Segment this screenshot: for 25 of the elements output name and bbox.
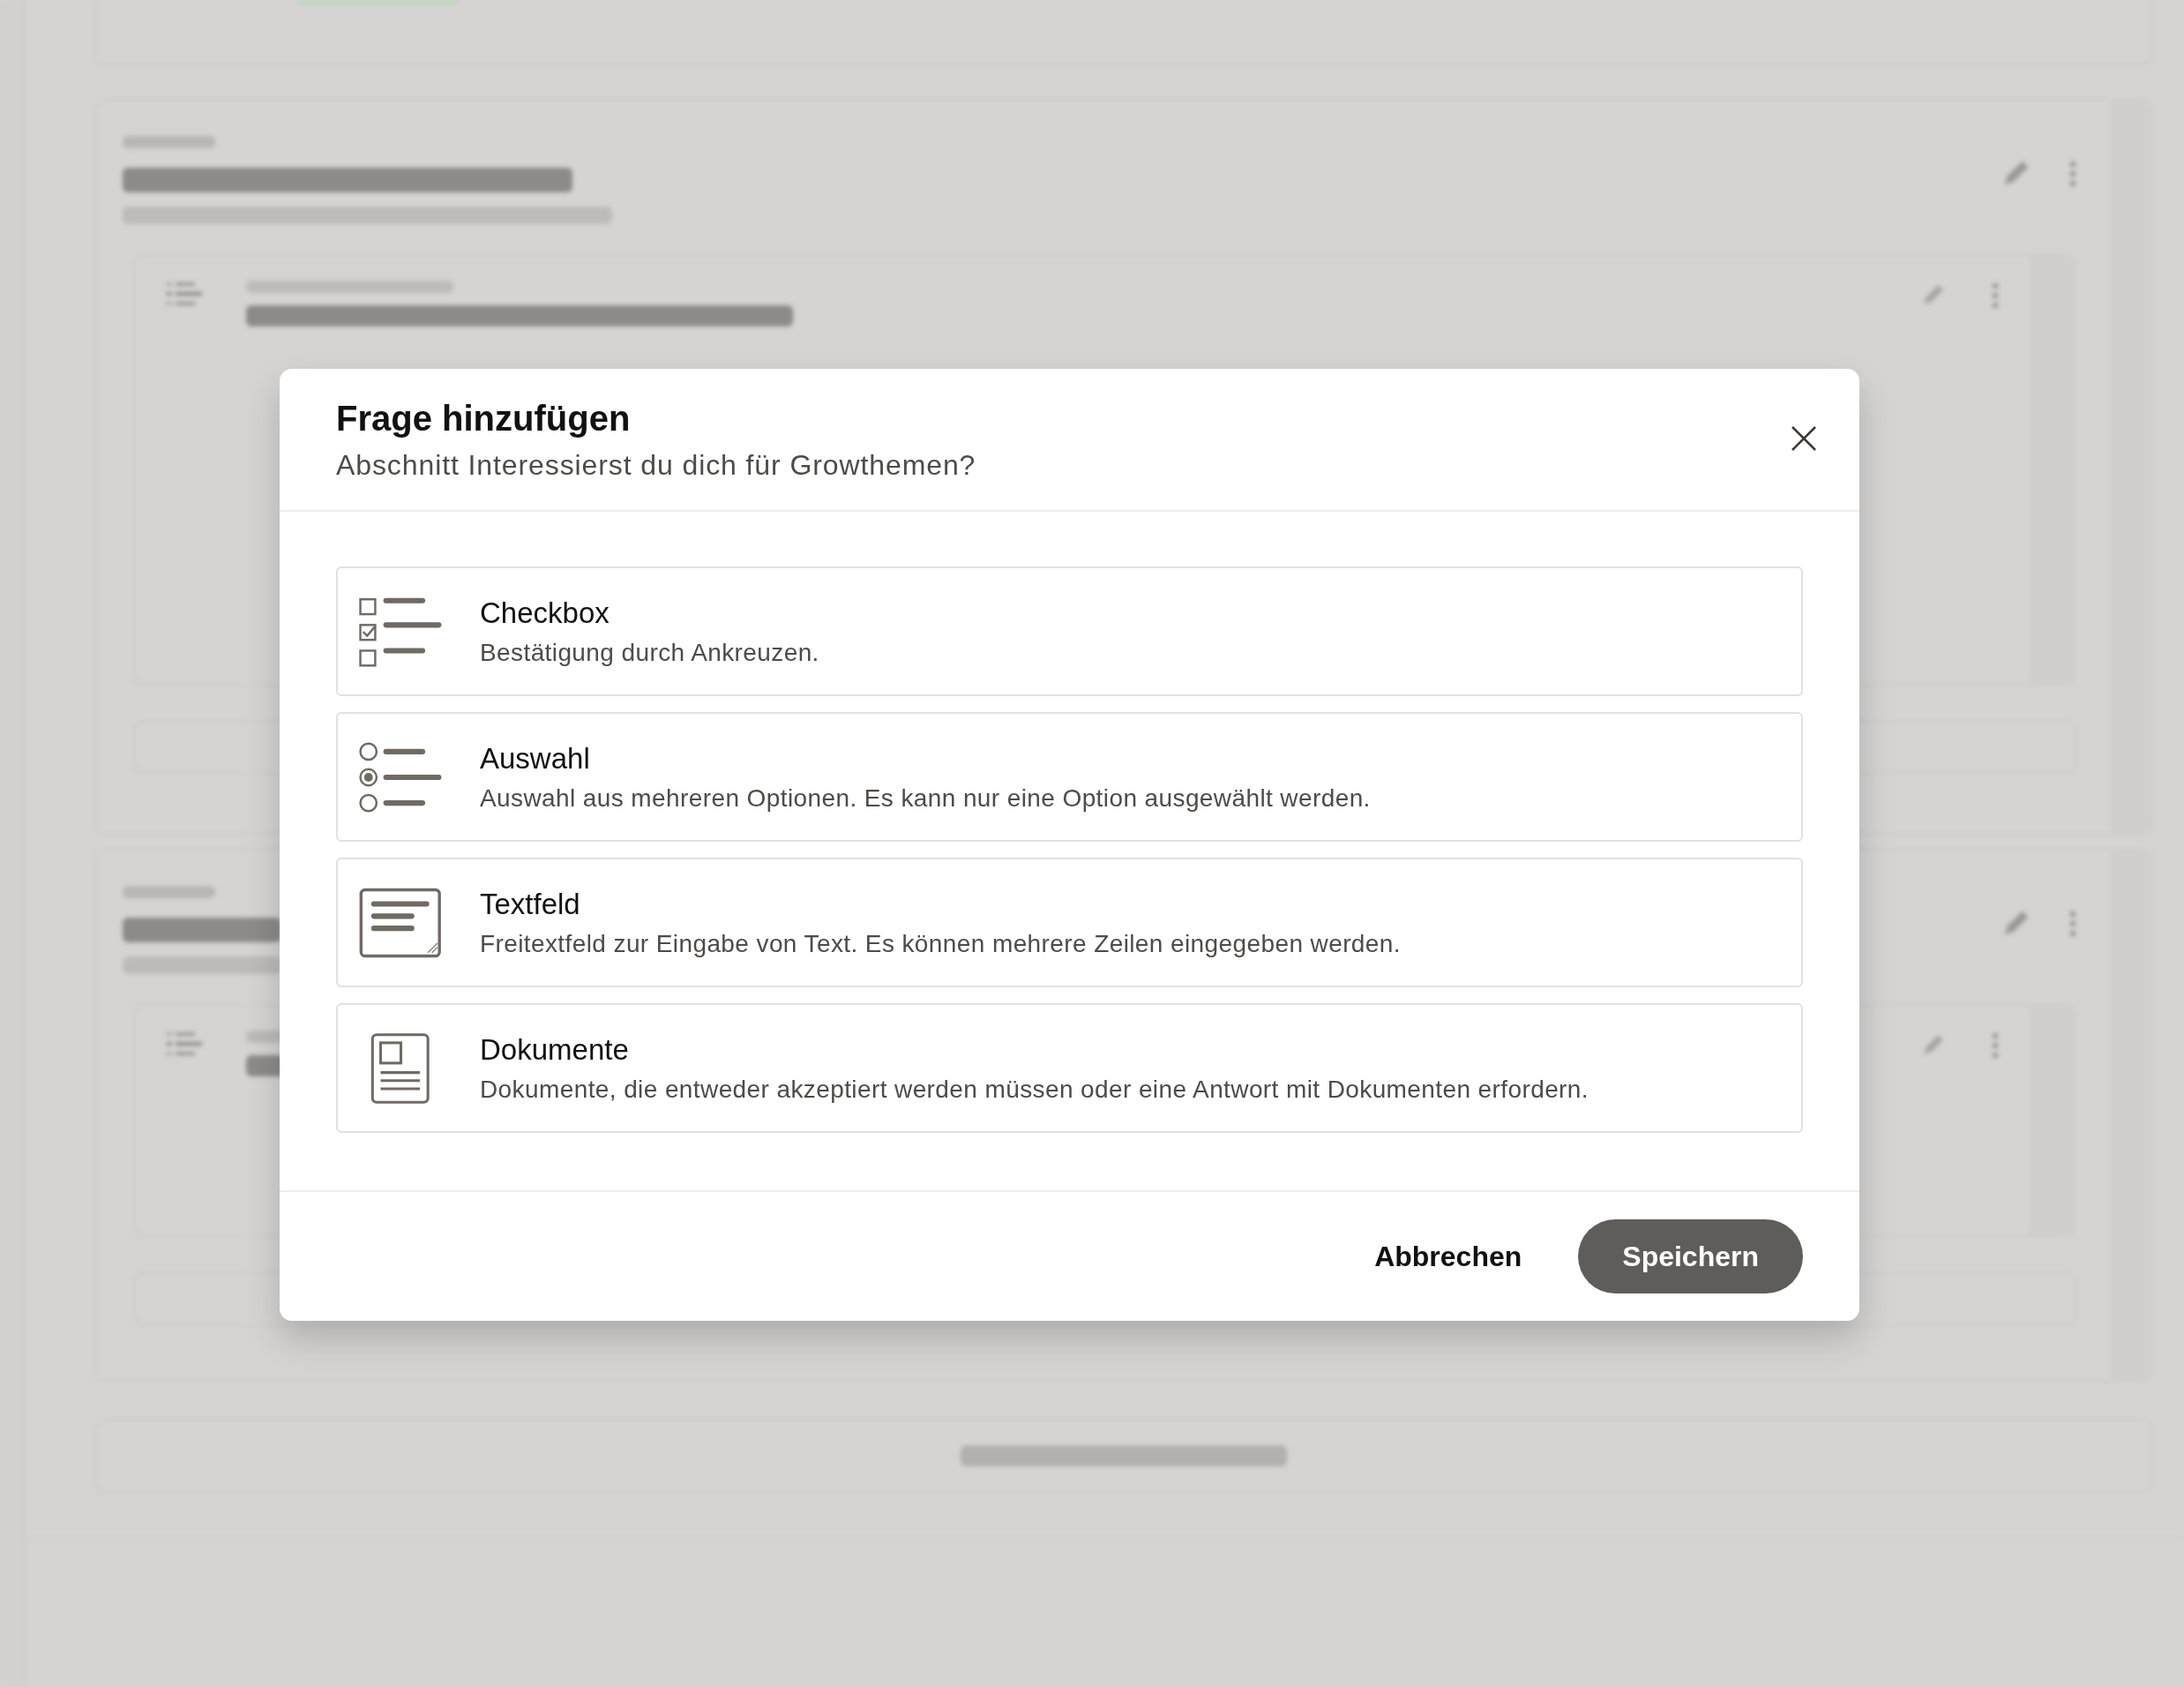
dialog-title: Frage hinzufügen [336, 399, 632, 439]
option-title: Checkbox [480, 596, 610, 630]
close-icon[interactable] [1791, 425, 1817, 452]
more-icon[interactable] [2069, 161, 2076, 187]
text-field-icon [359, 887, 443, 958]
cancel-button[interactable]: Abbrechen [1353, 1222, 1544, 1291]
add-section-button[interactable] [94, 1419, 2152, 1493]
question-type-option[interactable]: Dokumente Dokumente, die entweder akzeptiert werden müssen oder eine Antwort mit Dokumenten erfordern. [336, 1003, 1803, 1133]
option-title: Auswahl [480, 741, 591, 776]
option-description: Freitextfeld zur Eingabe von Text. Es können mehrere Zeilen eingegeben werden. [480, 929, 1401, 958]
save-button[interactable]: Speichern [1578, 1219, 1803, 1293]
checklist-icon [359, 596, 443, 667]
question-type-option[interactable]: Auswahl Auswahl aus mehreren Optionen. Es kann nur eine Option ausgewählt werden. [336, 712, 1803, 842]
question-type-option[interactable]: Checkbox Bestätigung durch Ankreuzen. [336, 566, 1803, 696]
option-title: Textfeld [480, 887, 581, 921]
dialog-subtitle: Abschnitt Interessierst du dich für Growthemen? [336, 449, 977, 482]
more-icon[interactable] [2069, 911, 2076, 937]
more-icon[interactable] [1992, 282, 1999, 309]
option-title: Dokumente [480, 1032, 630, 1067]
option-description: Dokumente, die entweder akzeptiert werden müssen oder eine Antwort mit Dokumenten erfordern. [480, 1075, 1589, 1104]
question-type-option[interactable]: Textfeld Freitextfeld zur Eingabe von Text. Es können mehrere Zeilen eingegeben werden. [336, 858, 1803, 987]
radio-list-icon [359, 741, 443, 813]
option-description: Bestätigung durch Ankreuzen. [480, 638, 819, 667]
more-icon[interactable] [1992, 1032, 1999, 1059]
option-description: Auswahl aus mehreren Optionen. Es kann nur eine Option ausgewählt werden. [480, 784, 1371, 813]
